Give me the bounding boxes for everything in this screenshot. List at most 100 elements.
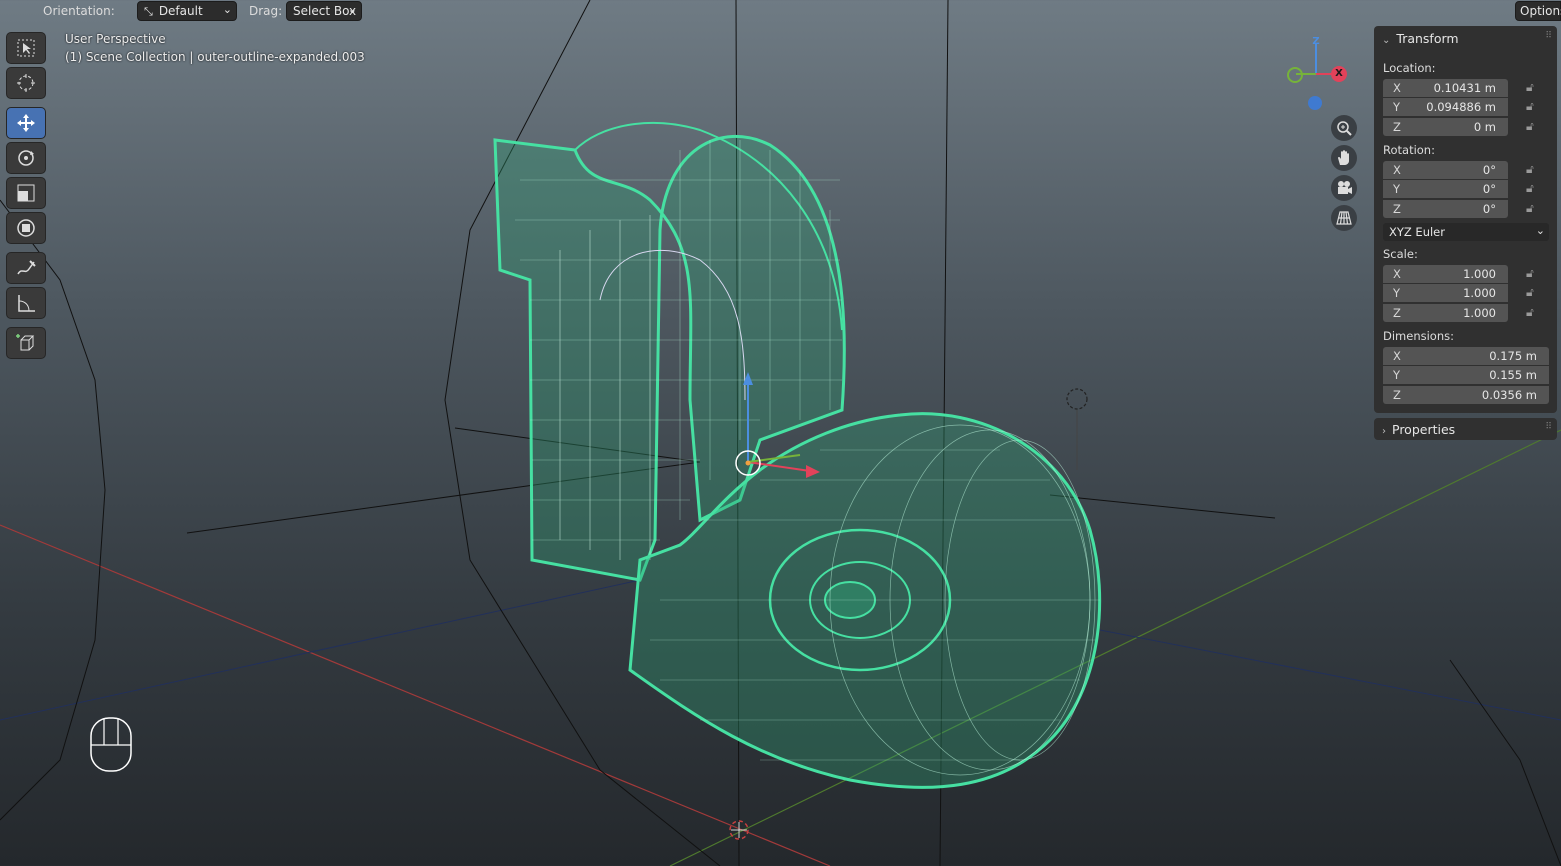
3d-viewport[interactable] [0, 0, 1561, 866]
gizmo-z-axis[interactable]: Z [1308, 34, 1324, 50]
navigation-gizmo[interactable]: Z X [1280, 30, 1360, 120]
dimensions-x-field[interactable]: X 0.175 m [1383, 347, 1549, 365]
axis-label: Y [1393, 368, 1401, 382]
move-icon [17, 114, 35, 132]
dimensions-z-field[interactable]: Z 0.0356 m [1383, 386, 1549, 404]
scale-y-value: 1.000 [1463, 286, 1496, 300]
orientation-value: Default [158, 4, 203, 18]
rotation-y-value: 0° [1482, 182, 1496, 196]
axis-label: X [1393, 163, 1401, 177]
chevron-down-icon: ⌄ [347, 3, 357, 16]
mouse-icon [90, 717, 132, 772]
move-tool[interactable] [6, 107, 46, 139]
scale-icon [17, 184, 35, 202]
drag-handle-icon[interactable]: ⠿ [1545, 422, 1552, 432]
axis-label: Y [1393, 286, 1401, 300]
lamp-icon [1066, 388, 1088, 410]
grid-perspective-icon [1336, 211, 1352, 225]
lock-icon[interactable]: 🔓︎ [1526, 305, 1534, 320]
chevron-down-icon: ⌄ [1382, 35, 1391, 46]
chevron-right-icon: › [1382, 426, 1386, 437]
measure-tool[interactable] [6, 287, 46, 319]
scale-z-field[interactable]: Z 1.000 [1383, 304, 1508, 322]
transform-tool[interactable] [6, 212, 46, 244]
rotation-y-field[interactable]: Y 0° [1383, 180, 1508, 198]
scale-z-value: 1.000 [1463, 306, 1496, 320]
annotate-icon [17, 260, 36, 275]
transform-panel-header[interactable]: ⌄ Transform [1382, 31, 1459, 46]
add-cube-icon [16, 334, 35, 351]
chevron-down-icon: ⌄ [1535, 224, 1545, 237]
pan-button[interactable] [1331, 145, 1357, 171]
location-z-field[interactable]: Z 0 m [1383, 118, 1508, 136]
location-x-value: 0.10431 m [1433, 81, 1496, 95]
select-box-icon [17, 39, 35, 57]
transform-icon [17, 219, 35, 237]
transform-panel: ⌄ Transform ⠿ Location: X 0.10431 m 🔓︎ Y … [1374, 26, 1557, 413]
scale-x-value: 1.000 [1463, 267, 1496, 281]
lock-icon[interactable]: 🔓︎ [1526, 266, 1534, 281]
lock-icon[interactable]: 🔓︎ [1526, 285, 1534, 300]
rotate-tool[interactable] [6, 142, 46, 174]
drag-label: Drag: [249, 4, 283, 18]
gizmo-x-axis[interactable]: X [1331, 66, 1347, 82]
lock-icon[interactable]: 🔓︎ [1526, 201, 1534, 216]
lock-icon[interactable]: 🔓︎ [1526, 99, 1534, 114]
cursor-tool[interactable] [6, 67, 46, 99]
lock-icon[interactable]: 🔓︎ [1526, 80, 1534, 95]
dimensions-y-value: 0.155 m [1489, 368, 1537, 382]
rotation-x-field[interactable]: X 0° [1383, 161, 1508, 179]
axis-label: X [1393, 81, 1401, 95]
options-label: Options [1520, 4, 1561, 18]
dimensions-y-field[interactable]: Y 0.155 m [1383, 366, 1549, 384]
location-y-value: 0.094886 m [1426, 100, 1496, 114]
scale-tool[interactable] [6, 177, 46, 209]
properties-panel-header[interactable]: › Properties [1382, 422, 1455, 437]
wireframe-object[interactable] [493, 121, 1102, 789]
view-name: User Perspective [65, 32, 166, 46]
rotation-mode-value: XYZ Euler [1389, 225, 1445, 239]
rotation-z-value: 0° [1482, 202, 1496, 216]
scale-y-field[interactable]: Y 1.000 [1383, 284, 1508, 302]
rotate-icon [18, 150, 34, 166]
axis-label: Y [1393, 100, 1401, 114]
orientation-label: Orientation: [43, 4, 115, 18]
axis-label: Z [1393, 388, 1401, 402]
gizmo-neg-z-axis[interactable] [1308, 96, 1322, 110]
transform-title: Transform [1396, 31, 1459, 46]
orientation-dropdown[interactable]: ⤡ Default ⌄ [137, 1, 237, 21]
annotate-tool[interactable] [6, 252, 46, 284]
axis-label: Z [1393, 306, 1401, 320]
camera-line [1449, 659, 1561, 866]
perspective-toggle-button[interactable] [1331, 205, 1357, 231]
zoom-button[interactable] [1331, 115, 1357, 141]
lock-icon[interactable]: 🔓︎ [1526, 162, 1534, 177]
axis-label: X [1393, 349, 1401, 363]
add-cube-tool[interactable] [6, 327, 46, 359]
rotation-mode-dropdown[interactable]: XYZ Euler ⌄ [1383, 223, 1549, 241]
select-box-tool[interactable] [6, 32, 46, 64]
rotation-label: Rotation: [1383, 143, 1435, 157]
gizmo-y-axis[interactable] [1287, 67, 1303, 83]
location-x-field[interactable]: X 0.10431 m [1383, 79, 1508, 97]
drag-handle-icon[interactable]: ⠿ [1545, 31, 1552, 41]
camera-view-button[interactable] [1331, 175, 1357, 201]
lock-icon[interactable]: 🔓︎ [1526, 119, 1534, 134]
dimensions-z-value: 0.0356 m [1481, 388, 1537, 402]
axis-label: Y [1393, 182, 1401, 196]
cursor-icon [17, 74, 35, 92]
drag-dropdown[interactable]: Select Box ⌄ [286, 1, 362, 21]
hand-icon [1338, 150, 1349, 165]
drag-value: Select Box [293, 4, 357, 18]
rotation-x-value: 0° [1482, 163, 1496, 177]
location-y-field[interactable]: Y 0.094886 m [1383, 98, 1508, 116]
rotation-z-field[interactable]: Z 0° [1383, 200, 1508, 218]
scale-x-field[interactable]: X 1.000 [1383, 265, 1508, 283]
axis-label: Z [1393, 120, 1401, 134]
options-button[interactable]: Options [1515, 1, 1561, 21]
orientation-gizmo-icon: ⤡ [144, 5, 153, 18]
axis-label: X [1393, 267, 1401, 281]
dimensions-label: Dimensions: [1383, 329, 1454, 343]
lock-icon[interactable]: 🔓︎ [1526, 181, 1534, 196]
axis-label: Z [1393, 202, 1401, 216]
